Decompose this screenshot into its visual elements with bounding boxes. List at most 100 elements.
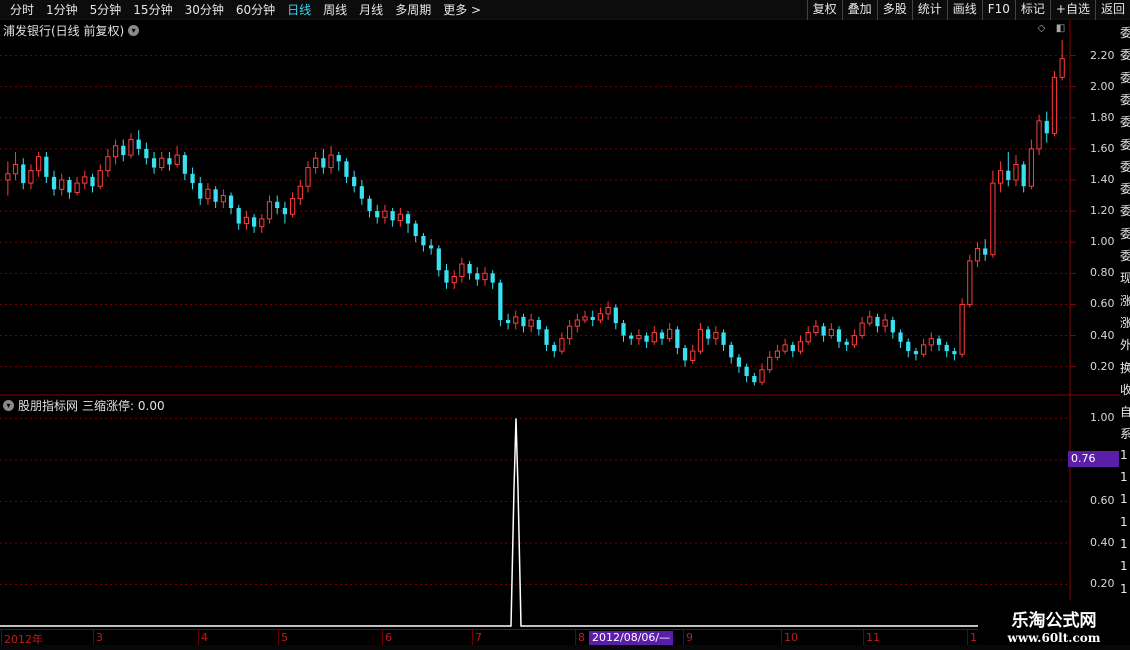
candle-body — [67, 180, 72, 193]
candle — [128, 133, 134, 159]
candle-body — [513, 316, 519, 324]
indicator-line — [0, 418, 1068, 627]
candle — [44, 152, 49, 184]
candle-body — [382, 210, 388, 218]
candle-layer — [5, 40, 1065, 386]
stock-title: 浦发银行(日线 前复权) — [3, 23, 125, 38]
candle — [936, 335, 942, 352]
candle-body — [997, 170, 1004, 184]
candle — [436, 245, 441, 277]
date-tick — [967, 630, 968, 645]
candle-body — [498, 282, 503, 320]
chevron-down-icon[interactable]: ▾ — [3, 399, 14, 411]
candle-body — [983, 248, 988, 255]
candle — [282, 201, 288, 224]
candle — [382, 204, 388, 224]
candle-body — [1051, 76, 1058, 134]
candle-body — [536, 320, 541, 330]
date-tick — [1, 630, 2, 645]
side-info-char: 现 — [1120, 271, 1130, 286]
candle-body — [352, 176, 357, 187]
candle-body — [359, 186, 364, 199]
price-tick-label: 1.80 — [1090, 110, 1115, 124]
candle-body — [174, 154, 180, 165]
candle — [959, 298, 965, 358]
candle-body — [90, 176, 95, 187]
date-tick — [863, 630, 864, 645]
candle — [774, 344, 781, 361]
cursor-date-label: 2012/08/06/— — [589, 631, 674, 645]
candle-body — [913, 351, 919, 355]
candle-body — [567, 325, 573, 340]
candle — [928, 332, 934, 352]
candle-body — [690, 350, 696, 361]
candle-body — [906, 341, 911, 352]
candle — [459, 257, 465, 283]
candle-body — [782, 344, 788, 352]
candle — [112, 139, 119, 165]
candle — [682, 344, 688, 367]
candle-body — [128, 139, 134, 156]
price-tick-label: 1.40 — [1090, 173, 1115, 186]
candle-body — [12, 163, 19, 175]
candle — [813, 320, 819, 336]
chevron-down-icon[interactable]: ▾ — [128, 24, 140, 36]
candle-body — [1044, 120, 1049, 134]
candle-body — [682, 348, 688, 361]
date-label: 11 — [866, 631, 880, 644]
candle-body — [405, 214, 411, 224]
candle — [405, 211, 411, 233]
candle-body — [767, 356, 773, 371]
price-tick-label: 2.00 — [1090, 79, 1115, 93]
candle — [359, 180, 364, 205]
candle — [636, 329, 642, 345]
candle-body — [220, 195, 226, 203]
panel-layout-icon[interactable]: ◧ — [1055, 23, 1066, 34]
diamond-icon[interactable]: ◇ — [1036, 23, 1047, 34]
candle-body — [667, 328, 673, 340]
candle — [828, 323, 834, 339]
date-label: 4 — [201, 631, 208, 644]
candle — [906, 338, 911, 358]
candle-body — [297, 185, 303, 200]
indicator-name[interactable]: 股朋指标网 — [18, 397, 78, 414]
side-info-char: 涨 — [1120, 293, 1130, 308]
candle — [567, 320, 573, 345]
price-tick-label: 1.60 — [1090, 141, 1115, 155]
candle — [528, 313, 534, 333]
date-tick — [472, 630, 473, 645]
candle — [1051, 71, 1058, 137]
candle-body — [190, 173, 195, 184]
candle-body — [706, 329, 711, 339]
candle — [190, 167, 195, 190]
candle-body — [151, 158, 157, 168]
candle — [967, 254, 973, 308]
candle — [582, 310, 588, 324]
candle-body — [159, 157, 165, 169]
candle — [205, 183, 211, 205]
candle-body — [421, 236, 426, 246]
candle-body — [875, 316, 880, 327]
candle — [782, 338, 788, 355]
date-tick — [683, 630, 684, 645]
price-chart[interactable] — [0, 0, 1130, 650]
candle-body — [590, 316, 595, 320]
candle-body — [490, 273, 495, 283]
candle — [259, 214, 265, 233]
candle — [1028, 139, 1034, 190]
date-tick — [278, 630, 279, 645]
candle-body — [413, 223, 418, 236]
candle — [898, 329, 903, 348]
candle — [428, 239, 434, 255]
candle — [844, 338, 849, 352]
candle-body — [821, 326, 826, 336]
candle — [651, 326, 657, 345]
candle — [867, 310, 873, 327]
candle-body — [882, 319, 888, 327]
candle-body — [836, 329, 842, 342]
candle-body — [621, 323, 626, 336]
candle-body — [959, 303, 965, 355]
candle-body — [828, 328, 834, 337]
candle — [851, 329, 857, 348]
candle — [1044, 111, 1049, 143]
